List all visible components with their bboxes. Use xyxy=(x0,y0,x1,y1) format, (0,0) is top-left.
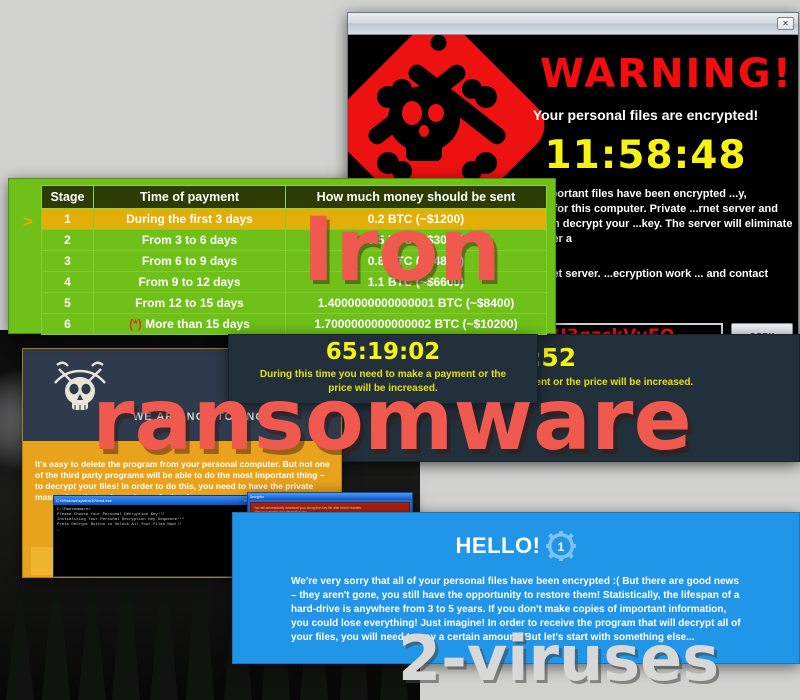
cell-time: From 6 to 9 days xyxy=(93,250,286,272)
cell-amount: 1.4000000000000001 BTC (~$8400) xyxy=(285,292,547,314)
payment-stage-table-panel: > Stage Time of payment How much money s… xyxy=(8,178,556,335)
table-row: 4 From 9 to 12 days 1.1 BTC (~$6600) xyxy=(41,271,547,293)
gear-badge-icon: 1 xyxy=(546,531,577,561)
screenshot-canvas: ✕ WARNING! Your personal files are encry… xyxy=(0,0,800,700)
terminal-window: C:\Windows\system32\cmd.exe ▫▫✕ C:\Ranso… xyxy=(53,495,253,577)
table-row: 6 (*) More than 15 days 1.7000000000000002… xyxy=(41,313,547,335)
table-row: 2 From 3 to 6 days 0.5 BTC (~$3000) xyxy=(41,229,547,251)
countdown-panel-left: 65:19:02 During this time you need to ma… xyxy=(228,334,538,404)
close-icon[interactable]: ✕ xyxy=(777,17,794,30)
terminal-line: _ xyxy=(57,528,60,532)
column-header-stage: Stage xyxy=(41,185,94,209)
tree-silhouette xyxy=(6,580,34,700)
badge-number: 1 xyxy=(558,540,565,554)
window-titlebar: ✕ xyxy=(348,13,798,35)
countdown-note-left: During this time you need to make a paym… xyxy=(259,369,507,394)
cell-time: (*) More than 15 days xyxy=(93,313,286,335)
hello-heading: HELLO! xyxy=(455,533,541,558)
cell-time: From 3 to 6 days xyxy=(93,229,286,251)
hello-heading-row: HELLO! 1 xyxy=(233,513,799,561)
cell-amount: 0.8 BTC (~$4800) xyxy=(285,250,547,272)
tree-silhouette xyxy=(78,565,106,700)
table-row: 1 During the first 3 days 0.2 BTC (~$1200) xyxy=(41,208,547,230)
column-header-time: Time of payment xyxy=(93,185,286,209)
payment-stage-table: Stage Time of payment How much money sho… xyxy=(41,185,547,335)
warning-title: WARNING! xyxy=(540,51,793,97)
terminal-output: C:\Ransomware> Please Choose Your Persona… xyxy=(54,505,252,536)
hello-paragraph: We're very sorry that all of your person… xyxy=(291,576,741,643)
skull-tools-logo-icon xyxy=(49,357,111,419)
cell-time: From 12 to 15 days xyxy=(93,292,286,314)
cell-stage: 2 xyxy=(41,229,94,251)
table-row: 5 From 12 to 15 days 1.4000000000000001 BT… xyxy=(41,292,547,314)
decryptor-dialog-title: Decryptor xyxy=(250,494,264,499)
cell-stage: 4 xyxy=(41,271,94,293)
cell-stage: 6 xyxy=(41,313,94,335)
warning-countdown: 11:58:48 xyxy=(544,133,747,178)
orange-accent-square xyxy=(31,547,53,575)
table-header-row: Stage Time of payment How much money sho… xyxy=(41,185,547,209)
cell-amount: 1.1 BTC (~$6600) xyxy=(285,271,547,293)
cell-time: From 9 to 12 days xyxy=(93,271,286,293)
cell-amount: 1.7000000000000002 BTC (~$10200) xyxy=(285,313,547,335)
decryptor-dialog-titlebar: Decryptor xyxy=(248,493,412,500)
countdown-timer-left: 65:19:02 xyxy=(325,339,441,365)
active-row-marker: > xyxy=(23,212,33,231)
cell-amount: 0.2 BTC (~$1200) xyxy=(285,208,547,230)
orange-panel-heading: WE ARE NOT TOYING xyxy=(133,411,265,423)
column-header-amount: How much money should be sent xyxy=(285,185,547,209)
cell-stage: 5 xyxy=(41,292,94,314)
terminal-titlebar: C:\Windows\system32\cmd.exe ▫▫✕ xyxy=(54,496,252,505)
hello-blue-panel: HELLO! 1 We're very sorry that all of yo… xyxy=(232,512,800,664)
cell-time: During the first 3 days xyxy=(93,208,286,230)
terminal-title: C:\Windows\system32\cmd.exe xyxy=(56,498,112,503)
tag-hole xyxy=(427,35,450,55)
asterisk-marker: (*) xyxy=(129,317,146,331)
cell-amount: 0.5 BTC (~$3000) xyxy=(285,229,547,251)
table-row: 3 From 6 to 9 days 0.8 BTC (~$4800) xyxy=(41,250,547,272)
cell-stage: 1 xyxy=(41,208,94,230)
warning-subtitle: Your personal files are encrypted! xyxy=(532,107,759,123)
cell-stage: 3 xyxy=(41,250,94,272)
